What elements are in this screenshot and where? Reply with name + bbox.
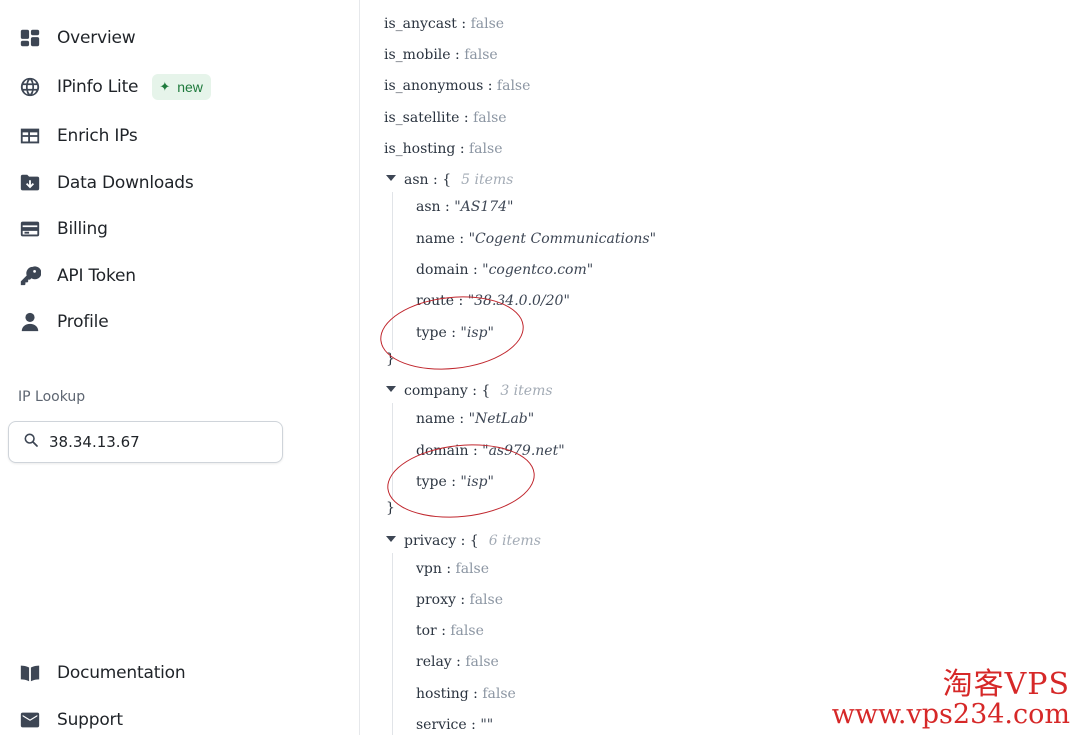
nav-item-overview[interactable]: Overview bbox=[18, 23, 136, 53]
nav-item-api-token[interactable]: API Token bbox=[18, 261, 136, 291]
user-icon bbox=[18, 310, 42, 334]
mail-icon bbox=[18, 708, 42, 732]
nav-label: Profile bbox=[57, 312, 109, 332]
collapse-toggle-icon[interactable] bbox=[386, 536, 396, 542]
globe-icon bbox=[18, 75, 42, 99]
nav-item-data-downloads[interactable]: Data Downloads bbox=[18, 168, 194, 198]
nav-label: Overview bbox=[57, 28, 136, 48]
nav-item-support[interactable]: Support bbox=[18, 705, 123, 735]
nav-label: Support bbox=[57, 710, 123, 730]
json-row: hosting : false bbox=[416, 686, 516, 702]
json-row: is_anycast : false bbox=[384, 16, 505, 32]
nav-label: Billing bbox=[57, 219, 108, 239]
json-row: is_mobile : false bbox=[384, 47, 498, 63]
key-icon bbox=[18, 264, 42, 288]
book-icon bbox=[18, 661, 42, 685]
search-icon bbox=[23, 432, 49, 453]
nav-item-documentation[interactable]: Documentation bbox=[18, 658, 186, 688]
ip-lookup-title: IP Lookup bbox=[18, 389, 86, 405]
json-row: proxy : false bbox=[416, 592, 503, 608]
ip-lookup-search[interactable] bbox=[8, 421, 283, 463]
json-row: name : "Cogent Communications" bbox=[416, 231, 657, 247]
credit-card-icon bbox=[18, 217, 42, 241]
overview-icon bbox=[18, 26, 42, 50]
json-row: vpn : false bbox=[416, 561, 489, 577]
json-row: is_satellite : false bbox=[384, 110, 507, 126]
json-row: name : "NetLab" bbox=[416, 411, 535, 427]
json-object-company[interactable]: company : {3 items bbox=[386, 381, 553, 401]
json-row: relay : false bbox=[416, 654, 499, 670]
ip-lookup-input[interactable] bbox=[49, 433, 259, 451]
nav-item-ipinfo-lite[interactable]: IPinfo Lite ✦ new bbox=[18, 72, 211, 102]
collapse-toggle-icon[interactable] bbox=[386, 175, 396, 181]
json-viewer: is_anycast : false is_mobile : false is_… bbox=[360, 0, 1080, 735]
nav-item-enrich-ips[interactable]: Enrich IPs bbox=[18, 121, 138, 151]
nav-label: Data Downloads bbox=[57, 173, 194, 193]
badge-label: new bbox=[177, 79, 203, 95]
indent-guide bbox=[392, 553, 393, 735]
nav-item-billing[interactable]: Billing bbox=[18, 214, 108, 244]
table-icon bbox=[18, 124, 42, 148]
json-row: service : "" bbox=[416, 717, 494, 733]
watermark-url: www.vps234.com bbox=[831, 699, 1070, 730]
json-object-privacy[interactable]: privacy : {6 items bbox=[386, 531, 541, 551]
nav-label: API Token bbox=[57, 266, 136, 286]
new-badge: ✦ new bbox=[152, 74, 211, 100]
nav-label: IPinfo Lite bbox=[57, 77, 139, 97]
collapse-toggle-icon[interactable] bbox=[386, 386, 396, 392]
nav-label: Enrich IPs bbox=[57, 126, 138, 146]
json-row: is_hosting : false bbox=[384, 141, 503, 157]
nav-item-profile[interactable]: Profile bbox=[18, 307, 109, 337]
folder-download-icon bbox=[18, 171, 42, 195]
json-row: is_anonymous : false bbox=[384, 78, 531, 94]
json-object-asn[interactable]: asn : {5 items bbox=[386, 170, 513, 190]
json-row: domain : "cogentco.com" bbox=[416, 262, 594, 278]
json-row: asn : "AS174" bbox=[416, 199, 514, 215]
sidebar: Overview IPinfo Lite ✦ new Enrich IPs Da… bbox=[0, 0, 360, 735]
nav-label: Documentation bbox=[57, 663, 186, 683]
json-row: tor : false bbox=[416, 623, 484, 639]
sparkle-icon: ✦ bbox=[159, 79, 171, 94]
watermark: 淘客VPS www.vps234.com bbox=[832, 669, 1070, 729]
watermark-brand: 淘客VPS bbox=[942, 667, 1070, 702]
